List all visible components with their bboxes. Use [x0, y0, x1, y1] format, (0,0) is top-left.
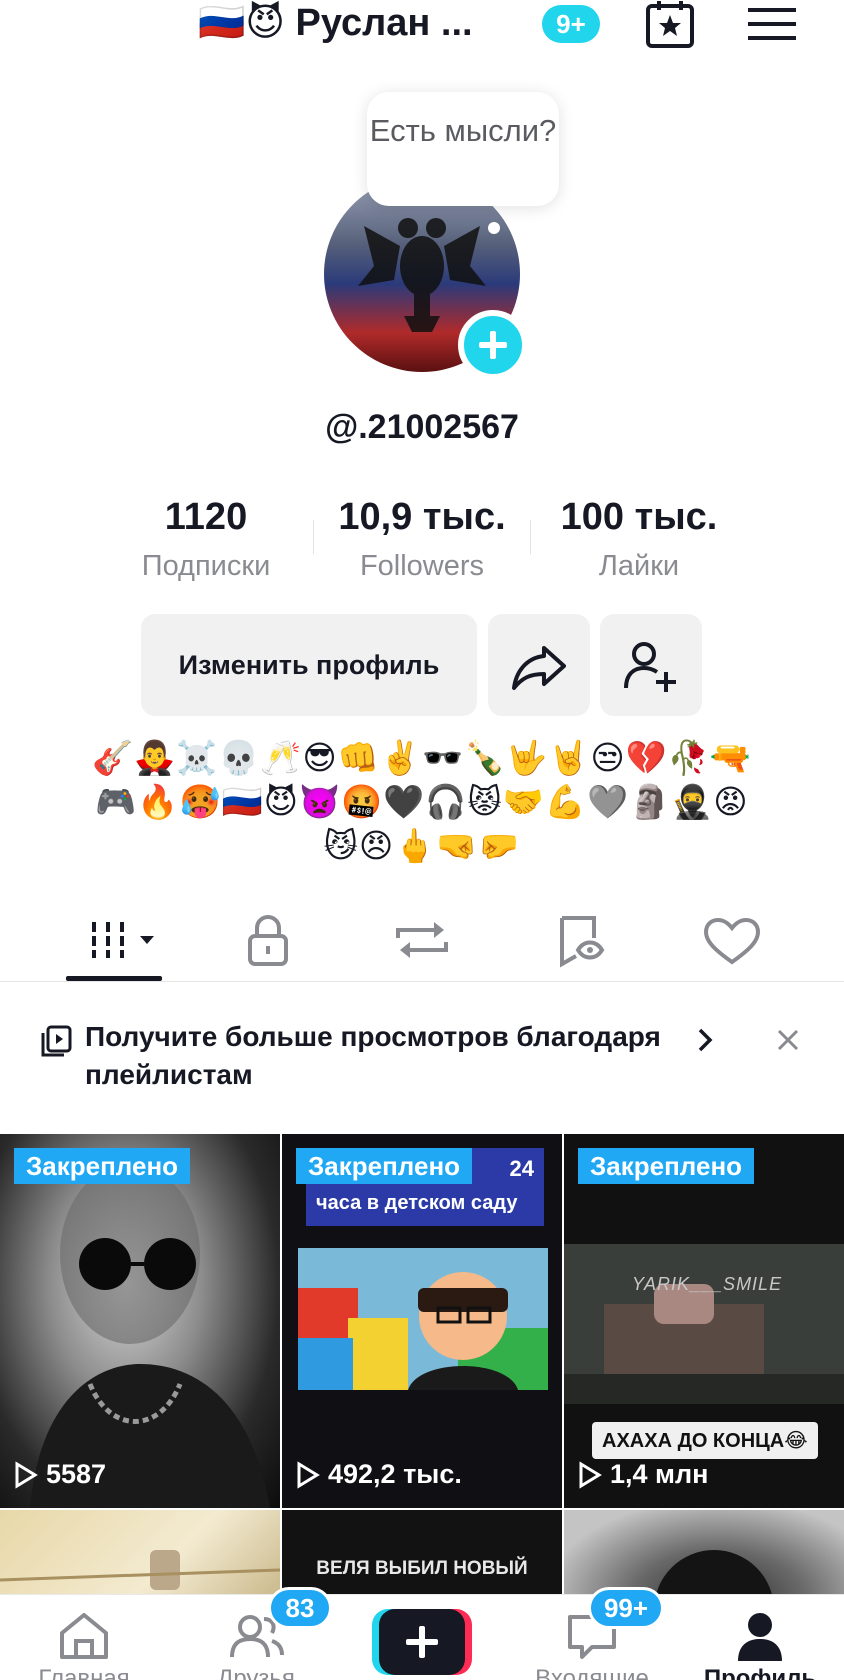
- chevron-right-icon[interactable]: [694, 1026, 718, 1054]
- playlist-icon: [41, 1025, 72, 1057]
- share-profile-button[interactable]: [488, 614, 590, 716]
- thoughts-bubble-text: Есть мысли?: [369, 113, 557, 148]
- profile-tabs: [0, 900, 844, 982]
- home-icon: [60, 1613, 108, 1659]
- nav-inbox[interactable]: 99+ Входящие: [512, 1587, 672, 1680]
- play-icon: [297, 1460, 320, 1489]
- profile-icon: [738, 1613, 782, 1661]
- view-count: 1,4 млн: [578, 1459, 708, 1490]
- profile-bio: 🎸🧛‍♂️☠️💀🥂😎👊✌️🕶️🍾🤟🤘😒💔🥀🔫🎮🔥🥵🇷🇺😈👿🤬🖤🎧😾🤝💪🩶🗿🥷😡😼…: [91, 738, 753, 865]
- plus-icon: [406, 1626, 438, 1658]
- bottom-nav: Главная 83 Друзья 99+ Входящие Профиль: [0, 1587, 844, 1680]
- view-count-value: 1,4 млн: [610, 1459, 709, 1489]
- stat-value: 10,9 тыс.: [338, 496, 506, 538]
- lock-icon[interactable]: [228, 910, 308, 970]
- nav-inbox-label: Входящие: [535, 1665, 649, 1680]
- username: @.21002567: [325, 408, 519, 446]
- pinned-badge: Закреплено: [14, 1148, 191, 1184]
- active-tab-indicator: [66, 976, 162, 981]
- pinned-badge: Закреплено: [578, 1148, 755, 1184]
- play-icon: [15, 1460, 38, 1489]
- inbox-badge: 99+: [588, 1587, 664, 1629]
- nav-friends[interactable]: 83 Друзья: [176, 1587, 336, 1680]
- tab-videos-grid[interactable]: [88, 910, 168, 970]
- video-tile[interactable]: Закреплено 5587: [0, 1134, 280, 1508]
- playlist-banner-text[interactable]: Получите больше просмотров благодаря пле…: [85, 1018, 695, 1094]
- creator-calendar-icon[interactable]: [644, 0, 698, 48]
- stat-label: Лайки: [598, 550, 680, 582]
- friends-badge: 83: [268, 1587, 332, 1629]
- video-tile[interactable]: [0, 1510, 280, 1600]
- video-watermark: YARIK___SMILE: [632, 1274, 783, 1294]
- bubble-tail: [488, 222, 500, 234]
- add-user-icon: [624, 642, 676, 692]
- top-bar: 🇷🇺😈 Руслан ... 9+: [0, 0, 844, 54]
- profile-title[interactable]: 🇷🇺😈 Руслан ...: [198, 0, 473, 46]
- nav-home[interactable]: Главная: [4, 1595, 164, 1680]
- notification-badge[interactable]: 9+: [542, 5, 600, 43]
- stat-label: Followers: [359, 550, 485, 582]
- add-friends-button[interactable]: [600, 614, 702, 716]
- share-arrow-icon: [512, 646, 566, 690]
- stat-label: Подписки: [141, 550, 271, 582]
- view-count: 5587: [14, 1459, 106, 1490]
- video-thumbnail: [30, 1164, 270, 1508]
- heart-icon[interactable]: [692, 910, 772, 970]
- thoughts-bubble[interactable]: Есть мысли?: [367, 92, 559, 206]
- plus-icon: [479, 331, 507, 359]
- play-icon: [579, 1460, 602, 1489]
- stat-value: 100 тыс.: [560, 496, 718, 538]
- video-caption: АХАХА ДО КОНЦА😂: [592, 1422, 818, 1459]
- view-count: 492,2 тыс.: [296, 1459, 462, 1490]
- stat-likes[interactable]: 100 тыс. Лайки: [524, 494, 754, 583]
- view-count-value: 5587: [46, 1459, 107, 1489]
- close-icon[interactable]: [774, 1026, 802, 1054]
- favorites-icon[interactable]: [542, 910, 622, 970]
- video-tile[interactable]: ВЕЛЯ ВЫБИЛ НОВЫЙ: [282, 1510, 562, 1600]
- video-tile[interactable]: YARIK___SMILE АХАХА ДО КОНЦА😂 Закреплено…: [564, 1134, 844, 1508]
- nav-home-label: Главная: [38, 1665, 130, 1680]
- stat-following[interactable]: 1120 Подписки: [91, 494, 321, 583]
- edit-profile-button[interactable]: Изменить профиль: [141, 614, 477, 716]
- stat-followers[interactable]: 10,9 тыс. Followers: [307, 494, 537, 583]
- view-count-value: 492,2 тыс.: [328, 1459, 462, 1489]
- create-post-button[interactable]: [372, 1609, 472, 1675]
- video-thumbnail: [564, 1244, 844, 1404]
- stat-value: 1120: [164, 496, 248, 538]
- repost-icon[interactable]: [382, 910, 462, 970]
- nav-friends-label: Друзья: [217, 1665, 295, 1680]
- pinned-badge: Закреплено: [296, 1148, 473, 1184]
- video-tile[interactable]: 24 часа в детском саду Закреплено 492,2 …: [282, 1134, 562, 1508]
- nav-profile[interactable]: Профиль: [680, 1595, 840, 1680]
- video-thumbnail: [298, 1248, 548, 1390]
- add-story-button[interactable]: [458, 310, 528, 380]
- video-caption: ВЕЛЯ ВЫБИЛ НОВЫЙ: [316, 1558, 528, 1579]
- nav-profile-label: Профиль: [703, 1665, 817, 1680]
- video-thumbnail: [0, 1550, 280, 1590]
- menu-icon[interactable]: [748, 6, 796, 42]
- video-caption-top: 24: [509, 1156, 534, 1181]
- video-caption-sub: часа в детском саду: [316, 1192, 518, 1214]
